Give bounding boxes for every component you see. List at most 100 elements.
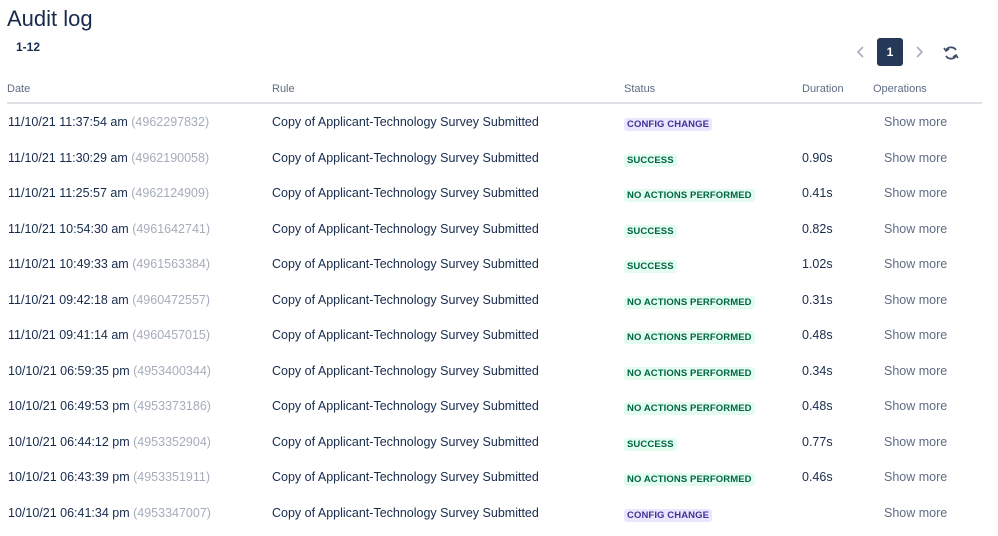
show-more-button[interactable]: Show more xyxy=(884,470,947,484)
row-execution-id: (4953351911) xyxy=(133,470,211,484)
status-badge: NO ACTIONS PERFORMED xyxy=(624,331,755,344)
row-rule[interactable]: Copy of Applicant-Technology Survey Subm… xyxy=(272,470,539,484)
row-status-cell: SUCCESS xyxy=(624,223,677,238)
chevron-left-icon[interactable] xyxy=(850,38,872,66)
status-badge: SUCCESS xyxy=(624,260,677,273)
row-status-cell: SUCCESS xyxy=(624,436,677,451)
status-badge: NO ACTIONS PERFORMED xyxy=(624,402,755,415)
show-more-button[interactable]: Show more xyxy=(884,399,947,413)
row-execution-id: (4961563384) xyxy=(132,257,211,271)
row-duration: 0.41s xyxy=(802,186,833,200)
row-date-cell: 10/10/21 06:43:39 pm (4953351911) xyxy=(8,470,210,484)
show-more-button[interactable]: Show more xyxy=(884,364,947,378)
table-row: 11/10/21 11:30:29 am (4962190058) Copy of… xyxy=(0,140,998,176)
table-row: 11/10/21 10:49:33 am (4961563384) Copy of… xyxy=(0,246,998,282)
row-date: 11/10/21 11:30:29 am xyxy=(8,150,128,165)
row-status-cell: SUCCESS xyxy=(624,152,677,167)
row-date-cell: 10/10/21 06:41:34 pm (4953347007) xyxy=(8,506,211,520)
column-header-rule[interactable]: Rule xyxy=(272,83,295,95)
status-badge: SUCCESS xyxy=(624,224,677,238)
column-header-status[interactable]: Status xyxy=(624,83,655,95)
show-more-button[interactable]: Show more xyxy=(884,435,947,449)
row-rule[interactable]: Copy of Applicant-Technology Survey Subm… xyxy=(272,222,539,236)
table-row: 11/10/21 11:37:54 am (4962297832) Copy of… xyxy=(0,104,998,140)
show-more-button[interactable]: Show more xyxy=(884,222,947,236)
row-date-cell: 11/10/21 11:30:29 am (4962190058) xyxy=(8,151,209,165)
row-status-cell: CONFIG CHANGE xyxy=(624,116,713,131)
row-execution-id: (4962124909) xyxy=(131,186,210,200)
row-rule[interactable]: Copy of Applicant-Technology Survey Subm… xyxy=(272,151,539,165)
row-execution-id: (4962190058) xyxy=(131,150,210,165)
row-rule[interactable]: Copy of Applicant-Technology Survey Subm… xyxy=(272,364,539,378)
show-more-button[interactable]: Show more xyxy=(884,328,947,342)
row-status-cell: NO ACTIONS PERFORMED xyxy=(624,294,755,309)
column-header-date[interactable]: Date xyxy=(7,83,30,95)
row-status-cell: CONFIG CHANGE xyxy=(624,507,713,522)
row-execution-id: (4953373186) xyxy=(133,399,211,413)
table-row: 10/10/21 06:59:35 pm (4953400344) Copy of… xyxy=(0,353,998,389)
row-execution-id: (4960472557) xyxy=(132,292,211,307)
row-execution-id: (4962297832) xyxy=(131,115,210,129)
show-more-button[interactable]: Show more xyxy=(884,257,947,271)
row-execution-id: (4960457015) xyxy=(132,328,211,342)
row-date-cell: 11/10/21 10:54:30 am (4961642741) xyxy=(8,222,210,236)
table-row: 11/10/21 10:54:30 am (4961642741) Copy of… xyxy=(0,211,998,247)
chevron-right-icon[interactable] xyxy=(908,38,930,66)
row-duration: 0.90s xyxy=(802,150,833,165)
row-execution-id: (4953352904) xyxy=(133,434,211,449)
show-more-button[interactable]: Show more xyxy=(884,115,947,129)
row-execution-id: (4961642741) xyxy=(132,221,211,236)
row-status-cell: SUCCESS xyxy=(624,258,677,273)
status-badge: SUCCESS xyxy=(624,437,677,451)
row-date: 10/10/21 06:41:34 pm xyxy=(8,505,130,520)
row-date-cell: 11/10/21 09:41:14 am (4960457015) xyxy=(8,328,210,342)
row-date-cell: 11/10/21 10:49:33 am (4961563384) xyxy=(8,257,210,271)
row-rule[interactable]: Copy of Applicant-Technology Survey Subm… xyxy=(272,399,539,413)
row-rule[interactable]: Copy of Applicant-Technology Survey Subm… xyxy=(272,506,539,520)
row-date: 11/10/21 09:42:18 am xyxy=(8,292,129,307)
table-header: Date Rule Status Duration Operations xyxy=(7,80,982,104)
row-duration: 0.48s xyxy=(802,328,833,342)
row-date-cell: 10/10/21 06:49:53 pm (4953373186) xyxy=(8,399,211,413)
row-duration: 0.31s xyxy=(802,292,833,307)
row-rule[interactable]: Copy of Applicant-Technology Survey Subm… xyxy=(272,435,539,449)
row-date: 11/10/21 11:25:57 am xyxy=(8,186,128,200)
show-more-button[interactable]: Show more xyxy=(884,186,947,200)
table-row: 10/10/21 06:43:39 pm (4953351911) Copy of… xyxy=(0,459,998,495)
row-rule[interactable]: Copy of Applicant-Technology Survey Subm… xyxy=(272,328,539,342)
status-badge: CONFIG CHANGE xyxy=(624,118,713,131)
row-date: 11/10/21 09:41:14 am xyxy=(8,328,129,342)
table-row: 11/10/21 11:25:57 am (4962124909) Copy of… xyxy=(0,175,998,211)
row-rule[interactable]: Copy of Applicant-Technology Survey Subm… xyxy=(272,115,539,129)
audit-table-body: 11/10/21 11:37:54 am (4962297832) Copy of… xyxy=(0,104,998,530)
table-row: 11/10/21 09:42:18 am (4960472557) Copy of… xyxy=(0,282,998,318)
row-execution-id: (4953400344) xyxy=(133,363,211,378)
status-badge: NO ACTIONS PERFORMED xyxy=(624,366,755,380)
status-badge: NO ACTIONS PERFORMED xyxy=(624,295,755,309)
column-header-duration[interactable]: Duration xyxy=(802,83,844,95)
row-duration: 1.02s xyxy=(802,257,833,271)
row-rule[interactable]: Copy of Applicant-Technology Survey Subm… xyxy=(272,293,539,307)
row-rule[interactable]: Copy of Applicant-Technology Survey Subm… xyxy=(272,257,539,271)
row-date-cell: 11/10/21 11:37:54 am (4962297832) xyxy=(8,115,209,129)
pagination: 1 xyxy=(850,38,930,66)
refresh-icon[interactable] xyxy=(938,40,964,66)
show-more-button[interactable]: Show more xyxy=(884,506,947,520)
row-date-cell: 11/10/21 11:25:57 am (4962124909) xyxy=(8,186,209,200)
row-rule[interactable]: Copy of Applicant-Technology Survey Subm… xyxy=(272,186,539,200)
row-status-cell: NO ACTIONS PERFORMED xyxy=(624,187,755,202)
row-date: 10/10/21 06:59:35 pm xyxy=(8,363,130,378)
table-row: 10/10/21 06:49:53 pm (4953373186) Copy of… xyxy=(0,388,998,424)
row-status-cell: NO ACTIONS PERFORMED xyxy=(624,400,755,415)
row-date: 10/10/21 06:49:53 pm xyxy=(8,399,130,413)
show-more-button[interactable]: Show more xyxy=(884,151,947,165)
row-date-cell: 11/10/21 09:42:18 am (4960472557) xyxy=(8,293,210,307)
result-range: 1-12 xyxy=(16,40,41,54)
row-date-cell: 10/10/21 06:59:35 pm (4953400344) xyxy=(8,364,211,378)
page-button-current[interactable]: 1 xyxy=(877,38,903,66)
status-badge: NO ACTIONS PERFORMED xyxy=(624,473,755,486)
row-duration: 0.34s xyxy=(802,363,833,378)
column-header-operations: Operations xyxy=(873,83,927,95)
table-row: 11/10/21 09:41:14 am (4960457015) Copy of… xyxy=(0,317,998,353)
show-more-button[interactable]: Show more xyxy=(884,293,947,307)
